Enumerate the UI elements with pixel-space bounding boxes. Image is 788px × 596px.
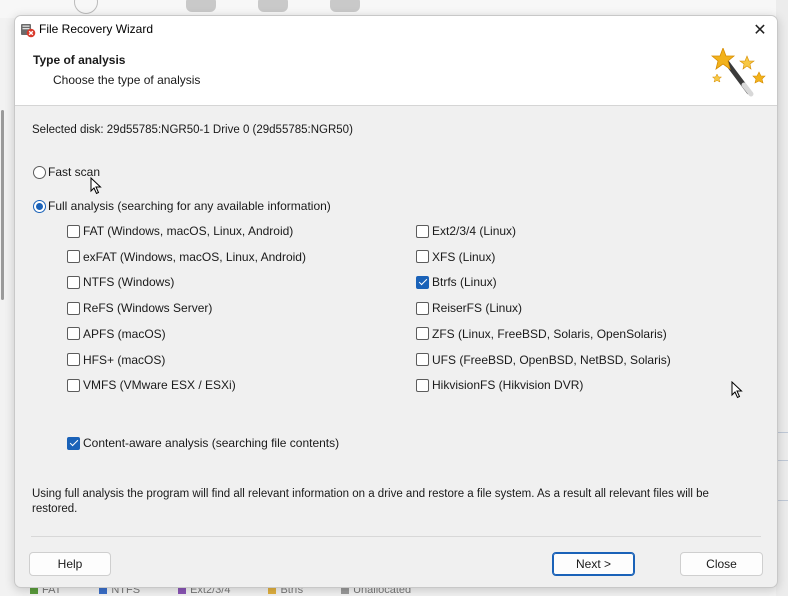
filesystem-option[interactable]: HikvisionFS (Hikvision DVR) xyxy=(416,378,583,392)
filesystem-option[interactable]: Ext2/3/4 (Linux) xyxy=(416,224,516,238)
mouse-cursor-icon xyxy=(90,177,102,195)
filesystem-option[interactable]: APFS (macOS) xyxy=(67,327,166,341)
full-analysis-radio[interactable] xyxy=(33,199,46,213)
mouse-cursor-icon xyxy=(731,381,743,399)
filesystem-checkbox[interactable] xyxy=(416,353,429,366)
app-icon xyxy=(21,24,36,38)
page-subtitle: Choose the type of analysis xyxy=(53,73,201,87)
background-disk-icon xyxy=(258,0,288,12)
next-button[interactable]: Next > xyxy=(552,552,635,576)
filesystem-label: UFS (FreeBSD, OpenBSD, NetBSD, Solaris) xyxy=(432,352,671,367)
filesystem-label: HikvisionFS (Hikvision DVR) xyxy=(432,378,584,393)
filesystem-label: VMFS (VMware ESX / ESXi) xyxy=(83,378,236,393)
filesystem-label: ZFS (Linux, FreeBSD, Solaris, OpenSolari… xyxy=(432,326,667,341)
filesystem-checkbox[interactable] xyxy=(67,378,80,392)
magic-wand-icon xyxy=(711,48,766,97)
filesystem-label: Ext2/3/4 (Linux) xyxy=(432,224,517,238)
fast-scan-radio[interactable] xyxy=(33,165,46,179)
filesystem-checkbox[interactable] xyxy=(67,353,80,366)
title-bar: File Recovery Wizard ✕ xyxy=(15,16,777,44)
help-button[interactable]: Help xyxy=(29,552,111,576)
full-analysis-label: Full analysis (searching for any availab… xyxy=(48,199,331,213)
close-button[interactable]: Close xyxy=(680,552,763,576)
filesystem-label: exFAT (Windows, macOS, Linux, Android) xyxy=(83,249,306,264)
close-icon[interactable]: ✕ xyxy=(747,18,773,42)
full-analysis-option[interactable]: Full analysis (searching for any availab… xyxy=(33,199,331,213)
filesystem-option[interactable]: ReFS (Windows Server) xyxy=(67,301,212,315)
filesystem-option[interactable]: UFS (FreeBSD, OpenBSD, NetBSD, Solaris) xyxy=(416,353,671,367)
selected-disk-label: Selected disk: 29d55785:NGR50-1 Drive 0 … xyxy=(32,124,353,136)
file-recovery-wizard-dialog: File Recovery Wizard ✕ Type of analysis … xyxy=(14,15,778,588)
filesystem-checkbox[interactable] xyxy=(67,250,80,264)
background-disk-icon xyxy=(330,0,360,12)
window-title: File Recovery Wizard xyxy=(39,22,154,36)
background-scrollbar xyxy=(1,110,4,300)
filesystem-checkbox[interactable] xyxy=(416,250,429,264)
filesystem-checkbox[interactable] xyxy=(67,224,80,238)
filesystem-option[interactable]: HFS+ (macOS) xyxy=(67,353,165,367)
filesystem-label: XFS (Linux) xyxy=(432,249,496,264)
filesystem-checkbox[interactable] xyxy=(67,275,80,289)
wizard-header: Type of analysis Choose the type of anal… xyxy=(15,44,777,106)
filesystem-option[interactable]: VMFS (VMware ESX / ESXi) xyxy=(67,378,236,392)
filesystem-option[interactable]: NTFS (Windows) xyxy=(67,275,174,289)
content-aware-checkbox[interactable] xyxy=(67,436,80,450)
filesystem-checkbox[interactable] xyxy=(416,301,429,315)
filesystem-option[interactable]: ZFS (Linux, FreeBSD, Solaris, OpenSolari… xyxy=(416,327,667,341)
content-aware-label: Content-aware analysis (searching file c… xyxy=(83,436,340,450)
filesystem-option[interactable]: FAT (Windows, macOS, Linux, Android) xyxy=(67,224,293,238)
filesystem-label: HFS+ (macOS) xyxy=(83,352,166,367)
filesystem-label: APFS (macOS) xyxy=(83,326,166,341)
filesystem-label: Btrfs (Linux) xyxy=(432,275,497,290)
content-aware-option[interactable]: Content-aware analysis (searching file c… xyxy=(67,436,339,450)
filesystem-label: FAT (Windows, macOS, Linux, Android) xyxy=(83,224,294,238)
page-title: Type of analysis xyxy=(33,53,126,67)
background-toolbar-icon xyxy=(74,0,98,14)
filesystem-option[interactable]: exFAT (Windows, macOS, Linux, Android) xyxy=(67,250,306,264)
filesystem-checkbox[interactable] xyxy=(416,224,429,238)
filesystem-checkbox[interactable] xyxy=(416,378,429,392)
filesystem-checkbox[interactable] xyxy=(67,327,80,341)
filesystem-option[interactable]: XFS (Linux) xyxy=(416,250,495,264)
divider xyxy=(31,536,761,537)
filesystem-label: ReiserFS (Linux) xyxy=(432,301,523,316)
analysis-description: Using full analysis the program will fin… xyxy=(32,488,709,515)
filesystem-option[interactable]: Btrfs (Linux) xyxy=(416,275,497,289)
background-disk-icon xyxy=(186,0,216,12)
filesystem-checkbox[interactable] xyxy=(416,327,429,341)
filesystem-label: NTFS (Windows) xyxy=(83,275,175,290)
filesystem-checkbox[interactable] xyxy=(416,275,429,289)
filesystem-label: ReFS (Windows Server) xyxy=(83,301,213,316)
filesystem-option[interactable]: ReiserFS (Linux) xyxy=(416,301,522,315)
filesystem-checkbox[interactable] xyxy=(67,301,80,315)
